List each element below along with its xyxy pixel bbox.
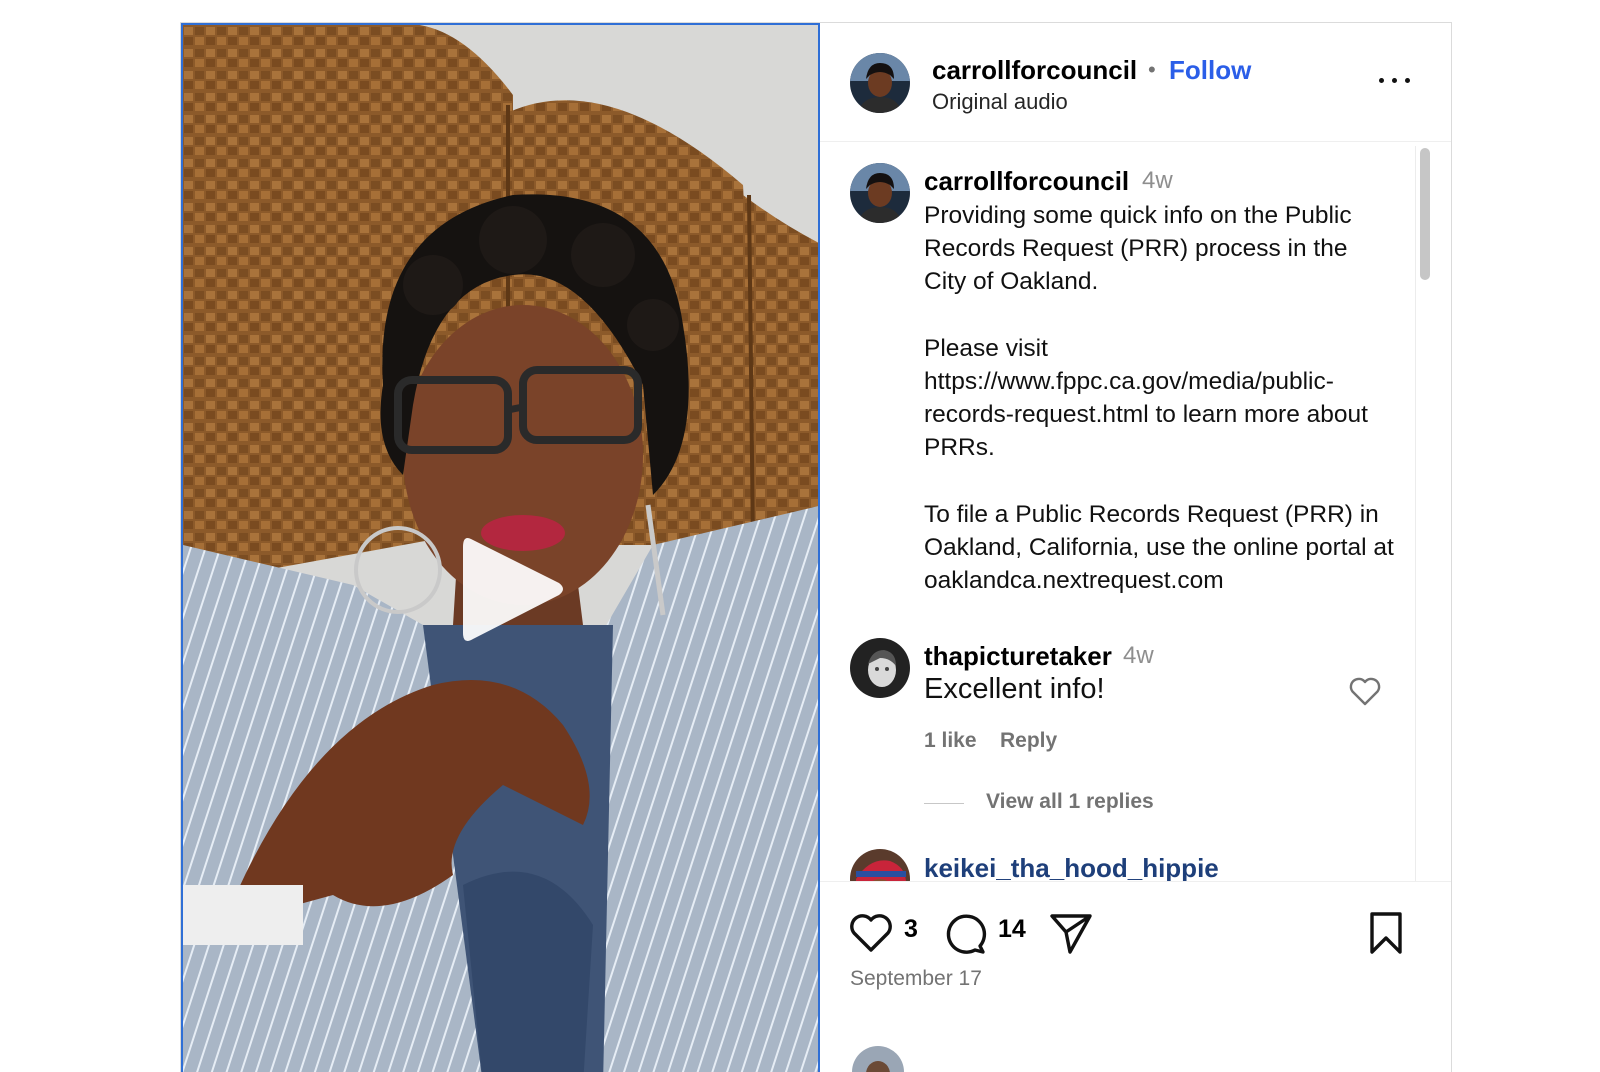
post-header: carrollforcouncil • Follow Original audi… — [820, 23, 1451, 142]
heart-icon[interactable] — [848, 912, 894, 954]
like-count[interactable]: 3 — [904, 915, 918, 944]
comment-text: Excellent info! — [924, 673, 1105, 705]
scrollbar-thumb[interactable] — [1420, 148, 1430, 280]
comment-heart-icon[interactable] — [1348, 675, 1382, 707]
play-icon[interactable] — [449, 525, 573, 653]
author-avatar[interactable] — [850, 53, 910, 113]
author-username[interactable]: carrollforcouncil — [932, 55, 1137, 86]
comment-like-count[interactable]: 1 like — [924, 729, 977, 753]
comment-timestamp: 4w — [1123, 642, 1154, 669]
separator-dot: • — [1148, 57, 1156, 82]
commenter-avatar[interactable] — [850, 638, 910, 698]
comment-username[interactable]: keikei_tha_hood_hippie — [924, 853, 1219, 881]
comment-count[interactable]: 14 — [998, 915, 1026, 944]
commenter-avatar[interactable] — [850, 849, 910, 881]
caption-text: Providing some quick info on the Public … — [924, 202, 1394, 595]
paper-plane-icon[interactable] — [1048, 910, 1094, 956]
replies-divider — [924, 803, 964, 804]
reply-button[interactable]: Reply — [1000, 729, 1057, 753]
post-container: carrollforcouncil • Follow Original audi… — [180, 22, 1452, 1072]
post-date[interactable]: September 17 — [850, 967, 982, 991]
bookmark-icon[interactable] — [1366, 910, 1406, 956]
post-actions: 3 14 September 17 — [820, 881, 1451, 1072]
audio-label[interactable]: Original audio — [932, 89, 1068, 115]
comment-username[interactable]: thapicturetaker — [924, 641, 1112, 672]
next-avatar — [852, 1046, 904, 1072]
video-player[interactable] — [181, 23, 820, 1072]
follow-button[interactable]: Follow — [1169, 55, 1251, 86]
post-side-panel: carrollforcouncil • Follow Original audi… — [820, 23, 1451, 1072]
more-horizontal-icon[interactable] — [1375, 68, 1415, 92]
caption-timestamp: 4w — [1142, 167, 1173, 194]
caption-username[interactable]: carrollforcouncil — [924, 166, 1129, 197]
comments-scrollbar[interactable] — [1415, 146, 1431, 881]
caption-avatar[interactable] — [850, 163, 910, 223]
comment-bubble-icon[interactable] — [942, 910, 988, 956]
comments-section[interactable]: carrollforcouncil 4w Providing some quic… — [820, 143, 1451, 881]
view-replies-button[interactable]: View all 1 replies — [986, 790, 1154, 814]
